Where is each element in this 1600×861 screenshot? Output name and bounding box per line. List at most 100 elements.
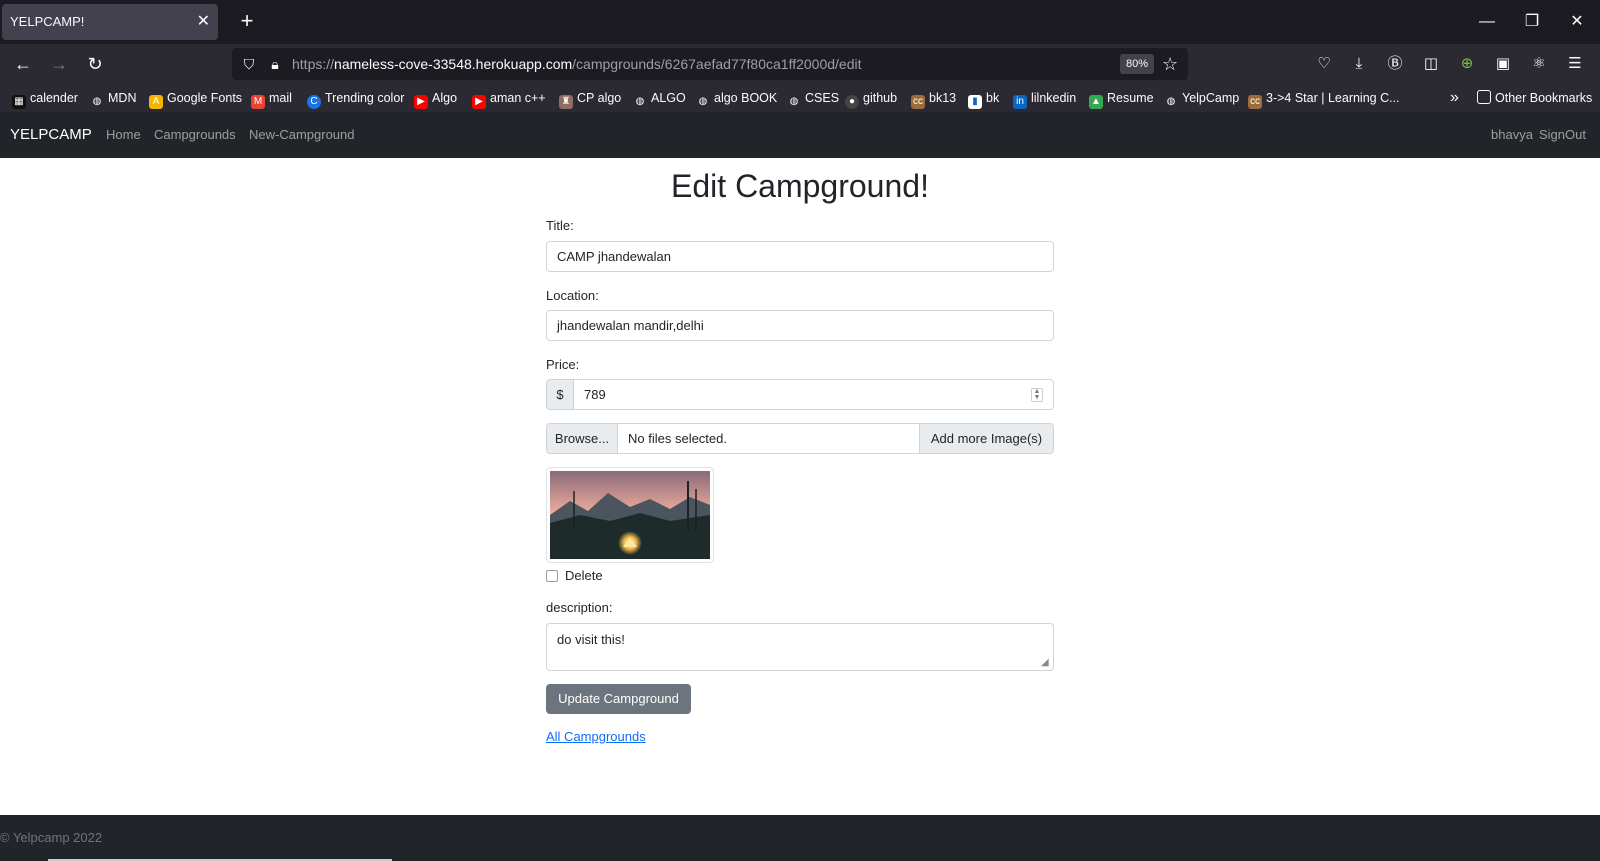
lock-icon[interactable]: 🔒︎ <box>264 52 286 76</box>
page-title: Edit Campground! <box>671 168 929 204</box>
reader-icon[interactable]: ◫ <box>1419 52 1443 76</box>
title-label: Title: <box>546 218 574 233</box>
footer: © Yelpcamp 2022 <box>0 815 1600 861</box>
file-input-group: Browse... No files selected. Add more Im… <box>546 423 1054 454</box>
github-icon: ● <box>845 95 859 109</box>
currency-addon: $ <box>546 379 574 410</box>
youtube-icon: ▶ <box>414 95 428 109</box>
gmail-icon: M <box>251 95 265 109</box>
bookmark-bk[interactable]: ▮ bk <box>968 84 999 112</box>
bookmark-mdn[interactable]: ◍ MDN <box>90 84 137 112</box>
download-icon[interactable]: ⤓ <box>1347 52 1371 76</box>
extension-b-icon[interactable]: Ⓑ <box>1383 52 1407 76</box>
location-label: Location: <box>546 288 599 303</box>
pocket-icon[interactable]: ♡ <box>1312 52 1336 76</box>
add-images-label: Add more Image(s) <box>919 424 1053 453</box>
globe-icon: ◍ <box>1166 96 1176 107</box>
description-value: do visit this! <box>557 632 625 647</box>
app-navbar: YELPCAMP Home Campgrounds New-Campground… <box>0 112 1600 158</box>
other-bookmarks[interactable]: Other Bookmarks <box>1477 84 1592 112</box>
title-input[interactable]: CAMP jhandewalan <box>546 241 1054 272</box>
bookmark-google-fonts[interactable]: A Google Fonts <box>149 84 242 112</box>
browse-button[interactable]: Browse... <box>547 424 618 453</box>
campground-image-thumbnail <box>546 467 714 563</box>
description-label: description: <box>546 600 613 615</box>
zoom-level[interactable]: 80% <box>1120 54 1154 74</box>
bookmark-trending-color[interactable]: C Trending color <box>307 84 404 112</box>
campsite-photo <box>550 471 710 559</box>
delete-checkbox[interactable] <box>546 570 558 582</box>
folder-icon <box>1477 90 1491 104</box>
url-text[interactable]: https://nameless-cove-33548.herokuapp.co… <box>292 48 861 80</box>
price-input[interactable]: 789 ▲ ▼ <box>573 379 1054 410</box>
bookmark-algo-caps[interactable]: ◍ ALGO <box>633 84 686 112</box>
url-path: /campgrounds/6267aefad77f80ca1ff2000d/ed… <box>572 56 862 72</box>
tab-title: YELPCAMP! <box>10 14 85 29</box>
delete-label[interactable]: Delete <box>565 568 603 584</box>
bookmark-algo[interactable]: ▶ Algo <box>414 84 457 112</box>
nav-user[interactable]: bhavya <box>1491 112 1533 158</box>
price-group: $ 789 ▲ ▼ <box>546 379 1054 410</box>
bookmark-algo-book[interactable]: ◍ algo BOOK <box>696 84 778 112</box>
bookmark-star-icon[interactable]: ☆ <box>1162 52 1178 76</box>
bar-chart-icon: ▮ <box>968 95 982 109</box>
price-value: 789 <box>584 387 606 402</box>
bookmark-aman-cpp[interactable]: ▶ aman c++ <box>472 84 546 112</box>
number-spinner-icon[interactable]: ▲ ▼ <box>1031 388 1043 402</box>
cc-icon: cc <box>911 95 925 109</box>
resize-handle-icon[interactable]: ◢ <box>1041 658 1051 668</box>
bookmarks-bar: ▦ calender ◍ MDN A Google Fonts Mmail C Tren… <box>0 84 1600 112</box>
window-close-icon[interactable]: ✕ <box>1565 10 1589 34</box>
bookmarks-overflow-icon[interactable]: » <box>1450 84 1459 112</box>
cp-algo-icon: ♜ <box>559 95 573 109</box>
globe-icon: ◍ <box>635 96 645 107</box>
footer-copyright: © Yelpcamp 2022 <box>0 830 103 845</box>
nav-signout[interactable]: SignOut <box>1539 112 1586 158</box>
shield-icon[interactable]: ⛉ <box>238 52 260 76</box>
google-fonts-icon: A <box>149 95 163 109</box>
nav-home[interactable]: Home <box>106 112 141 158</box>
bookmark-cp-algo[interactable]: ♜ CP algo <box>559 84 621 112</box>
nav-campgrounds[interactable]: Campgrounds <box>154 112 236 158</box>
bookmark-cses[interactable]: ◍ CSES <box>787 84 839 112</box>
extension-flag-icon[interactable]: ▣ <box>1491 52 1515 76</box>
close-tab-icon[interactable]: ✕ <box>197 4 210 40</box>
menu-icon[interactable]: ☰ <box>1563 52 1587 76</box>
back-icon[interactable]: ← <box>10 52 36 76</box>
location-input[interactable]: jhandewalan mandir,delhi <box>546 310 1054 341</box>
price-label: Price: <box>546 357 580 372</box>
bookmark-mail[interactable]: Mmail <box>251 84 292 112</box>
url-scheme: https:// <box>292 56 335 72</box>
color-icon: C <box>307 95 321 109</box>
calendar-icon: ▦ <box>12 95 26 109</box>
restore-icon[interactable]: ❐ <box>1520 10 1544 34</box>
tab-active[interactable]: YELPCAMP! ✕ <box>2 4 218 40</box>
bookmark-bk13[interactable]: cc bk13 <box>911 84 956 112</box>
forward-icon[interactable]: → <box>46 52 72 76</box>
globe-icon: ◍ <box>789 96 799 107</box>
extension-plus-icon[interactable]: ⊕ <box>1455 52 1479 76</box>
linkedin-icon: in <box>1013 95 1027 109</box>
bookmark-resume[interactable]: ▲ Resume <box>1089 84 1154 112</box>
cc-icon: cc <box>1248 95 1262 109</box>
browser-tabstrip: YELPCAMP! ✕ + — ❐ ✕ <box>0 0 1600 44</box>
file-status: No files selected. <box>628 431 727 446</box>
bookmark-linkedin[interactable]: in lilnkedin <box>1013 84 1076 112</box>
url-bar[interactable]: ⛉ 🔒︎ https://nameless-cove-33548.herokua… <box>232 48 1188 80</box>
new-tab-icon[interactable]: + <box>234 9 260 35</box>
bookmark-github[interactable]: ● github <box>845 84 897 112</box>
update-campground-button[interactable]: Update Campground <box>546 684 691 714</box>
brand-logo[interactable]: YELPCAMP <box>10 112 92 158</box>
minimize-icon[interactable]: — <box>1475 10 1499 34</box>
bookmark-yelpcamp[interactable]: ◍ YelpCamp <box>1164 84 1240 112</box>
description-textarea[interactable]: do visit this! ◢ <box>546 623 1054 671</box>
url-host: nameless-cove-33548.herokuapp.com <box>334 56 573 72</box>
bookmark-calender[interactable]: ▦ calender <box>12 84 78 112</box>
youtube-icon: ▶ <box>472 95 486 109</box>
globe-icon: ◍ <box>92 96 102 107</box>
all-campgrounds-link[interactable]: All Campgrounds <box>546 729 646 744</box>
bookmark-learning[interactable]: cc 3->4 Star | Learning C... <box>1248 84 1400 112</box>
nav-new-campground[interactable]: New-Campground <box>249 112 355 158</box>
extension-react-icon[interactable]: ⚛ <box>1527 52 1551 76</box>
reload-icon[interactable]: ↻ <box>82 52 108 76</box>
